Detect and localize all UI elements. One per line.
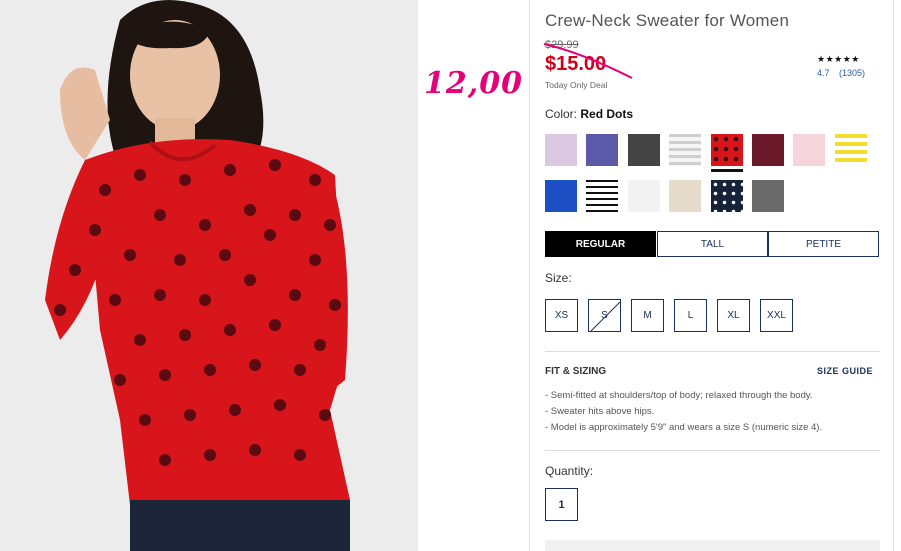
fit-detail-item: - Semi-fitted at shoulders/top of body; … <box>545 390 813 401</box>
swatch-royal-blue[interactable] <box>545 180 577 212</box>
swatch-burgundy[interactable] <box>752 134 784 166</box>
size-xl-button[interactable]: XL <box>717 299 750 332</box>
fit-detail-item: - Sweater hits above hips. <box>545 406 655 417</box>
swatch-white[interactable] <box>628 180 660 212</box>
product-title: Crew-Neck Sweater for Women <box>545 11 790 30</box>
size-s-button-unavailable[interactable]: S <box>588 299 621 332</box>
review-count-link[interactable]: (1305) <box>839 68 865 78</box>
product-photo <box>0 0 418 551</box>
fit-detail-item: - Model is approximately 5'9" and wears … <box>545 422 823 433</box>
swatch-charcoal[interactable] <box>628 134 660 166</box>
size-m-button[interactable]: M <box>631 299 664 332</box>
size-m-label: M <box>643 310 652 321</box>
swatch-lavender[interactable] <box>545 134 577 166</box>
selected-swatch-indicator <box>711 169 743 172</box>
swatch-yellow-stripe[interactable] <box>835 134 867 166</box>
handwritten-price-note: 12,00 <box>424 66 523 101</box>
size-xs-label: XS <box>554 310 569 321</box>
size-xs-button[interactable]: XS <box>545 299 578 332</box>
size-label: Size: <box>545 271 572 285</box>
model-illustration <box>0 0 418 551</box>
swatch-red-dots[interactable] <box>711 134 743 166</box>
swatch-light-pink[interactable] <box>793 134 825 166</box>
fit-details-list: - Semi-fitted at shoulders/top of body; … <box>545 390 822 438</box>
swatch-heather-grey[interactable] <box>752 180 784 212</box>
fit-sizing-heading: FIT & SIZING <box>545 366 607 377</box>
swatch-grey-stripe[interactable] <box>669 134 701 166</box>
quantity-input[interactable]: 1 <box>545 488 578 521</box>
swatch-purple[interactable] <box>586 134 618 166</box>
fit-tab-regular[interactable]: REGULAR <box>545 231 656 257</box>
size-l-label: L <box>687 310 694 321</box>
fit-tab-petite[interactable]: PETITE <box>768 231 879 257</box>
divider <box>545 351 880 352</box>
divider <box>545 450 880 451</box>
swatch-oatmeal[interactable] <box>669 180 701 212</box>
unavailable-slash-icon <box>590 301 621 332</box>
rating-summary[interactable]: 4.7 (1305) <box>817 68 872 78</box>
size-xxl-button[interactable]: XXL <box>760 299 793 332</box>
size-xxl-label: XXL <box>767 310 786 321</box>
rating-score: 4.7 <box>817 68 830 78</box>
star-rating: ★★★★★ <box>817 54 860 64</box>
price-strike-mark <box>543 43 633 79</box>
fit-tab-tall[interactable]: TALL <box>657 231 768 257</box>
size-guide-link[interactable]: SIZE GUIDE <box>817 366 873 376</box>
size-l-button[interactable]: L <box>674 299 707 332</box>
quantity-label: Quantity: <box>545 464 594 478</box>
add-to-bag-area <box>545 540 880 551</box>
swatch-navy-dots[interactable] <box>711 180 743 212</box>
column-divider-left <box>529 0 530 551</box>
color-label: Color: Red Dots <box>545 107 633 121</box>
deal-label: Today Only Deal <box>545 80 608 90</box>
selected-color-name: Red Dots <box>580 107 634 121</box>
column-divider-right <box>893 0 894 551</box>
swatch-black-stripe[interactable] <box>586 180 618 212</box>
size-xl-label: XL <box>727 310 740 321</box>
color-label-text: Color: <box>545 107 578 121</box>
